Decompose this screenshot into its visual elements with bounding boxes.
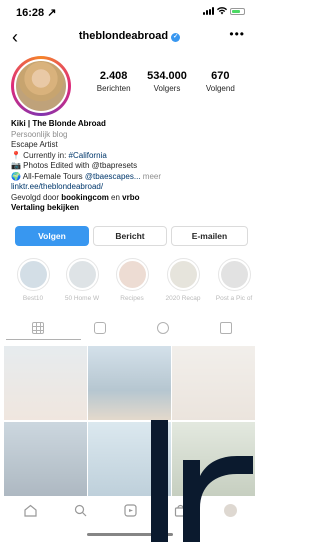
highlight-item[interactable]: 2020 Recap (163, 258, 203, 302)
message-button[interactable]: Bericht (93, 226, 167, 246)
wifi-icon (217, 7, 227, 15)
highlight-item[interactable]: 50 Home W (62, 258, 102, 302)
hashtag-link[interactable]: #California (69, 151, 107, 160)
signal-icon (203, 7, 214, 15)
stat-posts[interactable]: 2.408 Berichten (87, 70, 140, 93)
highlight-item[interactable]: Post a Pic of (214, 258, 254, 302)
bio-website-link[interactable]: linktr.ee/theblondeabroad/ (11, 182, 251, 193)
post-thumbnail[interactable] (172, 346, 255, 420)
active-tab-indicator (6, 339, 81, 340)
profile-tabs (0, 318, 259, 340)
profile-actions: Volgen Bericht E-mailen (15, 226, 248, 246)
profile-username: theblondeabroad ✓ (0, 30, 259, 42)
battery-icon (230, 7, 245, 15)
username-label: theblondeabroad (78, 30, 169, 42)
verified-badge-icon: ✓ (171, 33, 181, 42)
highlight-cover (115, 258, 149, 291)
bio-line-location: 📍 Currently in: #California (11, 151, 251, 162)
bio-text: 🌍 All-Female Tours (11, 171, 85, 181)
highlight-label: Post a Pic of (215, 295, 253, 302)
followed-by-account: vrbo (122, 192, 140, 202)
status-icons (203, 7, 245, 15)
guides-tab-icon[interactable] (157, 322, 169, 334)
follow-button[interactable]: Volgen (15, 226, 89, 246)
profile-category: Persoonlijk blog (11, 129, 68, 139)
profile-header: ‹ theblondeabroad ✓ ••• (0, 25, 259, 49)
home-icon[interactable] (24, 504, 37, 517)
followed-by-account: bookingcom (61, 192, 109, 202)
followed-by[interactable]: Gevolgd door bookingcom en vrbo (11, 193, 251, 204)
grid-tab-icon[interactable] (32, 322, 44, 334)
status-time: 16:28 ↗ (16, 7, 57, 19)
post-thumbnail[interactable] (88, 346, 171, 420)
highlight-label: 2020 Recap (165, 295, 201, 302)
reels-tab-icon[interactable] (94, 322, 106, 334)
reels-icon[interactable] (124, 504, 137, 517)
bio-more-link[interactable]: meer (141, 172, 161, 181)
stat-label: Berichten (96, 84, 131, 93)
overlay-logo-lettering (151, 420, 253, 542)
avatar (14, 59, 68, 113)
highlight-item[interactable]: Best10 (13, 258, 53, 302)
stat-following[interactable]: 670 Volgend (194, 70, 247, 93)
stat-label: Volgend (205, 84, 235, 93)
email-button[interactable]: E-mailen (171, 226, 248, 246)
stat-value: 534.000 (147, 70, 187, 82)
profile-stats: 2.408 Berichten 534.000 Volgers 670 Volg… (87, 70, 247, 93)
highlight-item[interactable]: Recipes (112, 258, 152, 302)
mention-link[interactable]: @tbaescapes... (85, 172, 141, 181)
highlight-label: Recipes (120, 295, 144, 302)
highlight-label: 50 Home W (64, 295, 100, 302)
bio-line: Escape Artist (11, 140, 58, 149)
highlight-cover (16, 258, 50, 291)
followed-by-prefix: Gevolgd door (11, 192, 62, 202)
see-translation-link[interactable]: Vertaling bekijken (11, 203, 251, 214)
bio-text: 📍 Currently in: (11, 150, 69, 160)
stat-value: 2.408 (99, 70, 128, 82)
bio-line: 📷 Photos Edited with @tbapresets (11, 161, 138, 170)
followed-by-mid: en (108, 192, 123, 202)
story-highlights: Best10 50 Home W Recipes 2020 Recap Post… (0, 258, 259, 310)
post-thumbnail[interactable] (4, 422, 87, 496)
status-bar: 16:28 ↗ (0, 0, 259, 22)
stat-followers[interactable]: 534.000 Volgers (140, 70, 193, 93)
bio-line-tours: 🌍 All-Female Tours @tbaescapes... meer (11, 172, 251, 183)
more-options-icon[interactable]: ••• (229, 27, 245, 41)
highlight-cover (166, 258, 200, 291)
post-thumbnail[interactable] (4, 346, 87, 420)
stat-label: Volgers (153, 84, 181, 93)
highlight-label: Best10 (22, 295, 44, 302)
tagged-tab-icon[interactable] (220, 322, 232, 334)
stat-value: 670 (211, 70, 230, 82)
profile-bio: Kiki | The Blonde Abroad Persoonlijk blo… (11, 119, 251, 214)
highlight-cover (65, 258, 99, 291)
highlight-cover (217, 258, 251, 291)
avatar-story-ring[interactable] (11, 56, 71, 116)
profile-name: Kiki | The Blonde Abroad (11, 119, 106, 128)
search-icon[interactable] (74, 504, 87, 517)
